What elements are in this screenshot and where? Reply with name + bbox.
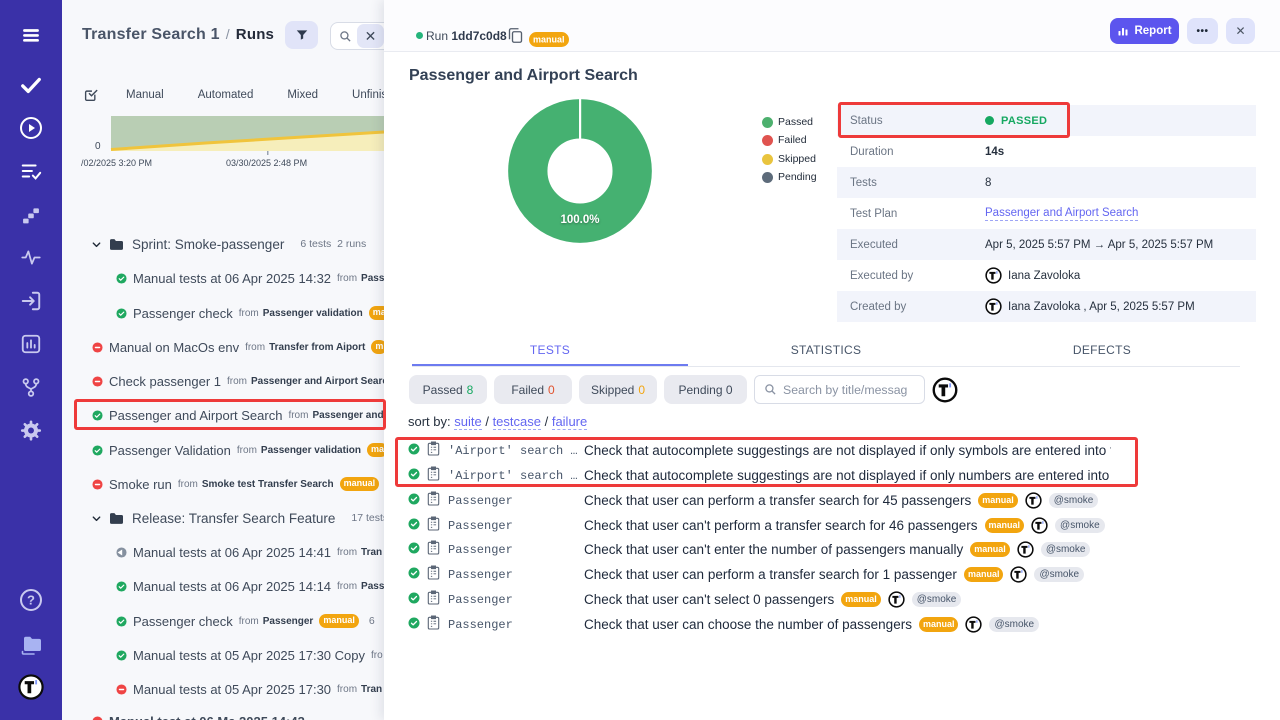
svg-text:?: ? bbox=[27, 593, 35, 608]
svg-text:100.0%: 100.0% bbox=[560, 214, 599, 226]
